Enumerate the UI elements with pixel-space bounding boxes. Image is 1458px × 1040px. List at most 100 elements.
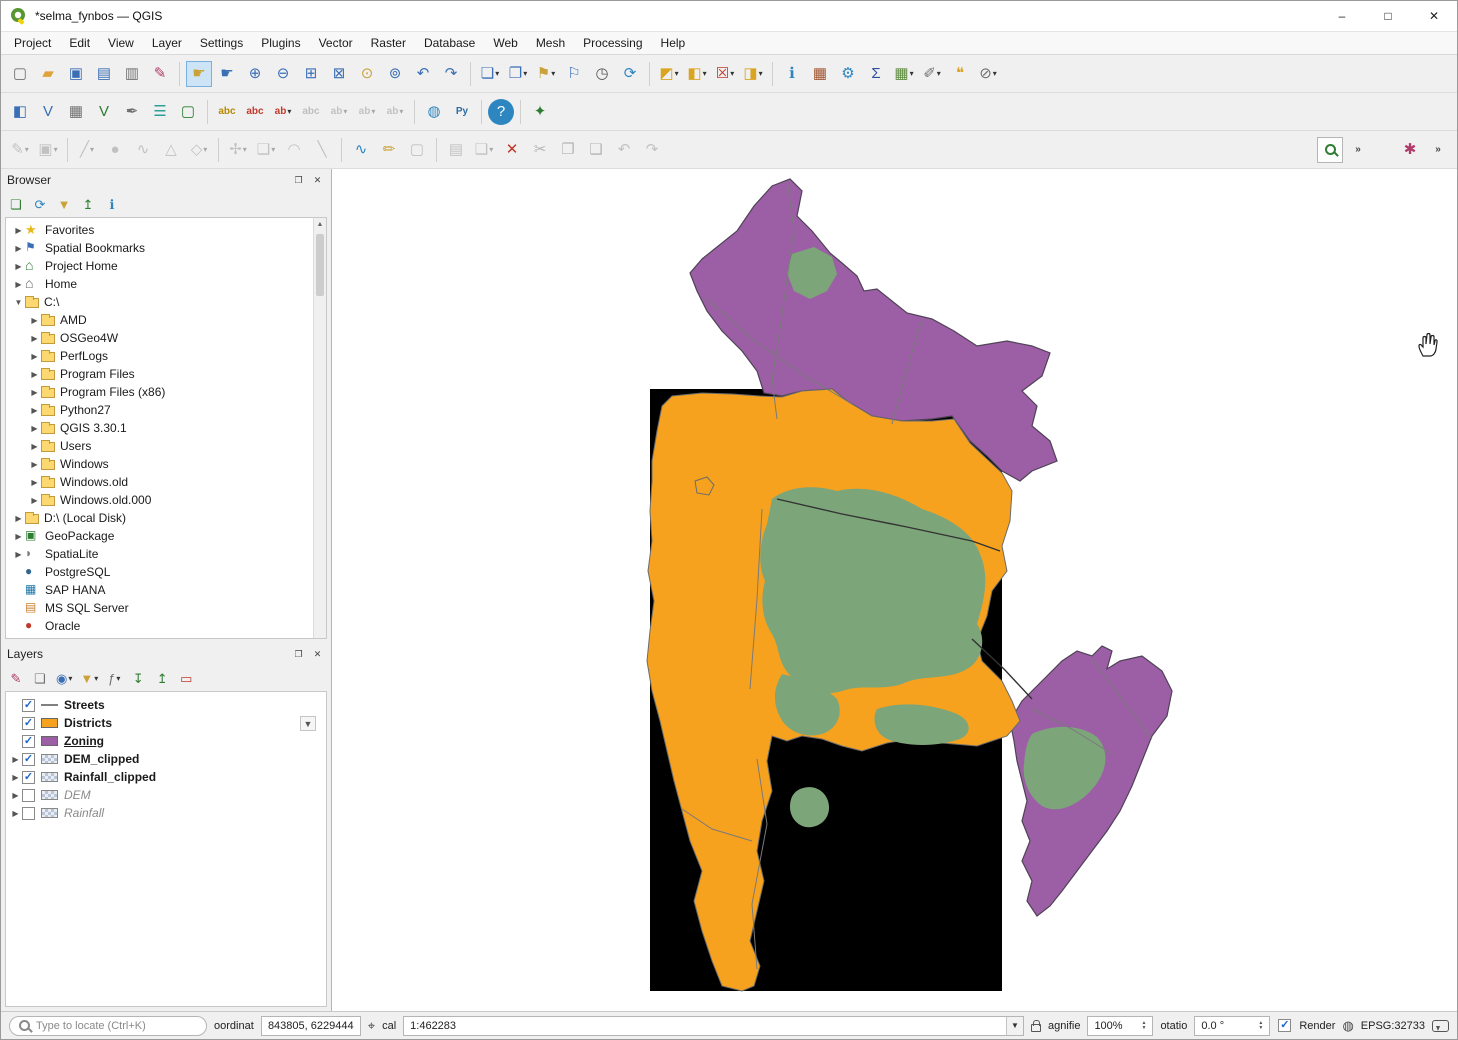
zoom-full-button[interactable]: ⊠ bbox=[326, 61, 352, 87]
expander-icon[interactable]: ▶ bbox=[12, 550, 25, 559]
toolbar-extension-1-button[interactable]: » bbox=[1345, 137, 1371, 163]
browser-item-home[interactable]: ▶Home bbox=[6, 275, 313, 293]
expander-icon[interactable]: ▶ bbox=[10, 809, 21, 818]
expander-icon[interactable]: ▶ bbox=[12, 262, 25, 271]
dropdown-arrow-icon[interactable]: ▾ bbox=[25, 145, 29, 154]
map-canvas[interactable] bbox=[332, 169, 1457, 1011]
expander-icon[interactable]: ▶ bbox=[28, 496, 41, 505]
new-geopackage-layer-button[interactable]: ▢ bbox=[175, 99, 201, 125]
layer-item-rainfall[interactable]: ▶Rainfall bbox=[6, 804, 326, 822]
filter-browser-button[interactable]: ▼ bbox=[53, 193, 75, 215]
expand-all-button[interactable]: ↧ bbox=[127, 667, 149, 689]
expander-icon[interactable]: ▶ bbox=[28, 388, 41, 397]
browser-item-windows-old[interactable]: ▶Windows.old bbox=[6, 473, 313, 491]
new-print-layout-button[interactable]: ▤ bbox=[91, 61, 117, 87]
rotation-spinner[interactable]: 0.0 ° ▲▼ bbox=[1194, 1016, 1270, 1036]
refresh-browser-button[interactable]: ⟳ bbox=[29, 193, 51, 215]
expander-icon[interactable]: ▶ bbox=[12, 532, 25, 541]
new-3d-map-view-button[interactable]: ❐▾ bbox=[505, 61, 531, 87]
zoom-in-button[interactable]: ⊕ bbox=[242, 61, 268, 87]
filter-by-expression-button[interactable]: ƒ▾ bbox=[103, 667, 125, 689]
scale-combobox[interactable]: 1:462283 ▼ bbox=[403, 1016, 1024, 1036]
identify-features-button[interactable]: ℹ bbox=[779, 61, 805, 87]
dropdown-arrow-icon[interactable]: ▾ bbox=[371, 107, 375, 116]
layer-item-streets[interactable]: ✓Streets bbox=[6, 696, 326, 714]
run-feature-action-button[interactable]: ▦ bbox=[807, 61, 833, 87]
select-by-expression-button[interactable]: ◨▾ bbox=[740, 61, 766, 87]
new-project-button[interactable]: ▢ bbox=[7, 61, 33, 87]
close-icon[interactable]: ✕ bbox=[1411, 1, 1457, 31]
filter-legend-button[interactable]: ▼▾ bbox=[77, 667, 101, 689]
layers-close-icon[interactable]: ✕ bbox=[310, 647, 325, 662]
layers-float-icon[interactable]: ❐ bbox=[291, 647, 306, 662]
expander-icon[interactable]: ▶ bbox=[10, 755, 21, 764]
pan-map-button[interactable]: ☛ bbox=[186, 61, 212, 87]
dropdown-arrow-icon[interactable]: ▾ bbox=[759, 69, 763, 78]
magnifier-spinner[interactable]: 100% ▲▼ bbox=[1087, 1016, 1153, 1036]
layer-checkbox[interactable]: ✓ bbox=[22, 753, 35, 766]
expander-icon[interactable]: ▶ bbox=[28, 334, 41, 343]
browser-item-project-home[interactable]: ▶Project Home bbox=[6, 257, 313, 275]
menu-item-mesh[interactable]: Mesh bbox=[527, 32, 574, 54]
pin-unpin-labels-button[interactable]: ab▾ bbox=[270, 99, 296, 125]
menu-item-project[interactable]: Project bbox=[5, 32, 60, 54]
show-spatial-bookmarks-button[interactable]: ⚐ bbox=[561, 61, 587, 87]
dropdown-arrow-icon[interactable]: ▾ bbox=[993, 69, 997, 78]
locator-input[interactable]: Type to locate (Ctrl+K) bbox=[9, 1016, 207, 1036]
menu-item-vector[interactable]: Vector bbox=[310, 32, 362, 54]
browser-item-windows-old-000[interactable]: ▶Windows.old.000 bbox=[6, 491, 313, 509]
menu-item-database[interactable]: Database bbox=[415, 32, 484, 54]
browser-item-spatial-bookmarks[interactable]: ▶Spatial Bookmarks bbox=[6, 239, 313, 257]
vertex-tool-plugin-button[interactable]: ✦ bbox=[527, 99, 553, 125]
refresh-map-button[interactable]: ⟳ bbox=[617, 61, 643, 87]
browser-item-ms-sql-server[interactable]: MS SQL Server bbox=[6, 599, 313, 617]
measure-line-button[interactable]: ✐▾ bbox=[919, 61, 945, 87]
browser-item-windows[interactable]: ▶Windows bbox=[6, 455, 313, 473]
browser-item-d-local-disk[interactable]: ▶D:\ (Local Disk) bbox=[6, 509, 313, 527]
dropdown-arrow-icon[interactable]: ▾ bbox=[203, 145, 207, 154]
show-map-tips-button[interactable]: ❝ bbox=[947, 61, 973, 87]
python-console-button[interactable]: Py bbox=[449, 99, 475, 125]
browser-item-sap-hana[interactable]: SAP HANA bbox=[6, 581, 313, 599]
browser-item-python27[interactable]: ▶Python27 bbox=[6, 401, 313, 419]
minimize-icon[interactable]: – bbox=[1319, 1, 1365, 31]
layer-filter-icon[interactable]: ▼ bbox=[300, 716, 316, 731]
search-tool-button[interactable]: ⊘▾ bbox=[975, 61, 1001, 87]
dropdown-arrow-icon[interactable]: ▾ bbox=[495, 69, 499, 78]
browser-item-spatialite[interactable]: ▶SpatiaLite bbox=[6, 545, 313, 563]
expander-icon[interactable]: ▶ bbox=[28, 370, 41, 379]
menu-item-layer[interactable]: Layer bbox=[143, 32, 191, 54]
layer-checkbox[interactable] bbox=[22, 807, 35, 820]
browser-item-favorites[interactable]: ▶Favorites bbox=[6, 221, 313, 239]
browser-item-c[interactable]: ▼C:\ bbox=[6, 293, 313, 311]
menu-item-processing[interactable]: Processing bbox=[574, 32, 651, 54]
style-manager-button[interactable]: ✎ bbox=[147, 61, 173, 87]
expander-icon[interactable]: ▶ bbox=[12, 226, 25, 235]
select-features-button[interactable]: ◩▾ bbox=[656, 61, 682, 87]
browser-item-amd[interactable]: ▶AMD bbox=[6, 311, 313, 329]
select-features-by-value-button[interactable]: ◧▾ bbox=[684, 61, 710, 87]
layer-checkbox[interactable]: ✓ bbox=[22, 717, 35, 730]
menu-item-web[interactable]: Web bbox=[484, 32, 526, 54]
dropdown-arrow-icon[interactable]: ▾ bbox=[730, 69, 734, 78]
menu-item-settings[interactable]: Settings bbox=[191, 32, 252, 54]
layer-checkbox[interactable]: ✓ bbox=[22, 699, 35, 712]
open-project-button[interactable]: ▰ bbox=[35, 61, 61, 87]
metasearch-button[interactable]: ◍ bbox=[421, 99, 447, 125]
messages-icon[interactable] bbox=[1432, 1020, 1449, 1032]
deselect-features-button[interactable]: ☒▾ bbox=[712, 61, 738, 87]
spinner-arrows-icon[interactable]: ▲▼ bbox=[1258, 1021, 1263, 1031]
crs-label[interactable]: EPSG:32733 bbox=[1361, 1020, 1425, 1032]
browser-item-program-files[interactable]: ▶Program Files bbox=[6, 365, 313, 383]
add-selected-layers-button[interactable]: ❏ bbox=[5, 193, 27, 215]
new-spatial-bookmark-button[interactable]: ⚑▾ bbox=[533, 61, 559, 87]
expander-icon[interactable]: ▶ bbox=[28, 406, 41, 415]
toolbar-extension-2-button[interactable]: » bbox=[1425, 137, 1451, 163]
expander-icon[interactable]: ▶ bbox=[28, 316, 41, 325]
coordinate-input[interactable]: 843805, 6229444 bbox=[261, 1016, 361, 1036]
dropdown-arrow-icon[interactable]: ▾ bbox=[937, 69, 941, 78]
pan-to-selection-button[interactable]: ☛ bbox=[214, 61, 240, 87]
dropdown-arrow-icon[interactable]: ▾ bbox=[343, 107, 347, 116]
expander-icon[interactable]: ▶ bbox=[28, 424, 41, 433]
toggle-editing-button[interactable]: ✏ bbox=[376, 137, 402, 163]
